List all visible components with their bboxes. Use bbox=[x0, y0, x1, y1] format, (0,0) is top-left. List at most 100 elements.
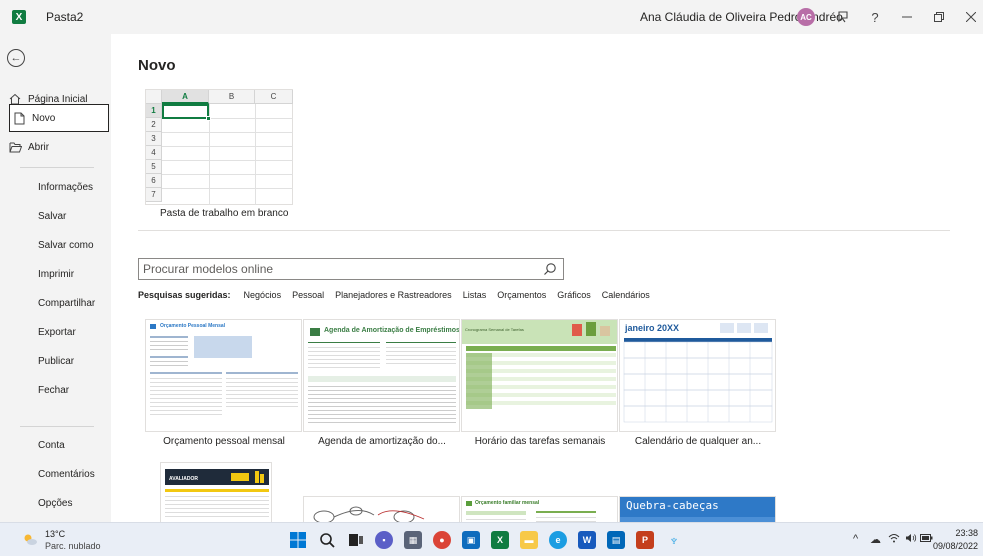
column-header: B bbox=[209, 90, 255, 104]
sidebar-item-account[interactable]: Conta bbox=[0, 431, 111, 459]
template-thumbnail bbox=[313, 506, 425, 522]
divider bbox=[138, 230, 950, 231]
template-card-any-year-calendar[interactable]: janeiro 20XX bbox=[619, 319, 776, 432]
document-title: Pasta2 bbox=[46, 10, 84, 24]
chrome-icon[interactable]: ● bbox=[433, 531, 451, 549]
template-search-box[interactable] bbox=[138, 258, 564, 280]
template-heading: Agenda de Amortização de Empréstimos bbox=[324, 327, 460, 334]
template-label[interactable]: Calendário de qualquer an... bbox=[613, 436, 783, 447]
wifi-icon[interactable] bbox=[888, 533, 900, 546]
selected-cell bbox=[162, 104, 209, 119]
speaker-icon[interactable] bbox=[905, 533, 917, 546]
feedback-icon[interactable] bbox=[832, 6, 854, 28]
onedrive-icon[interactable]: ☁ bbox=[870, 533, 881, 546]
sidebar-item-label: Conta bbox=[38, 439, 65, 451]
row-header: 4 bbox=[146, 146, 162, 160]
sidebar-item-info[interactable]: Informações bbox=[0, 173, 111, 201]
folder-open-icon bbox=[8, 142, 22, 153]
sidebar-item-options[interactable]: Opções bbox=[0, 489, 111, 517]
backstage-sidebar: ← Página Inicial Novo Abrir Informações … bbox=[0, 34, 111, 522]
template-heading: Quebra-cabeças bbox=[626, 499, 719, 512]
weather-icon[interactable] bbox=[22, 532, 38, 546]
suggestion-link-lists[interactable]: Listas bbox=[463, 290, 487, 300]
row-header: 3 bbox=[146, 132, 162, 146]
template-card-personal-budget[interactable]: Orçamento Pessoal Mensal bbox=[145, 319, 302, 432]
windows-start-icon[interactable] bbox=[289, 531, 307, 549]
sidebar-item-new[interactable]: Novo bbox=[9, 104, 109, 132]
back-arrow-icon[interactable]: ← bbox=[7, 49, 25, 67]
grid-line bbox=[162, 146, 293, 147]
template-heading: janeiro 20XX bbox=[625, 323, 680, 333]
suggestion-link-calendars[interactable]: Calendários bbox=[602, 290, 650, 300]
suggestion-link-planners[interactable]: Planejadores e Rastreadores bbox=[335, 290, 452, 300]
sidebar-item-open[interactable]: Abrir bbox=[0, 133, 111, 161]
template-heading: Orçamento Pessoal Mensal bbox=[160, 323, 226, 329]
app-icon[interactable]: ♆ bbox=[665, 531, 683, 549]
sidebar-item-save-as[interactable]: Salvar como bbox=[0, 231, 111, 259]
template-card-weekly-chores[interactable]: Cronograma Semanal de Tarefas bbox=[461, 319, 618, 432]
calculator-icon[interactable]: ▦ bbox=[404, 531, 422, 549]
suggestion-link-budgets[interactable]: Orçamentos bbox=[497, 290, 546, 300]
task-view-icon[interactable] bbox=[347, 531, 365, 549]
search-icon[interactable] bbox=[318, 531, 336, 549]
sidebar-item-export[interactable]: Exportar bbox=[0, 318, 111, 346]
search-icon[interactable] bbox=[543, 262, 557, 276]
avatar[interactable]: AC bbox=[797, 8, 815, 26]
suggestion-link-charts[interactable]: Gráficos bbox=[557, 290, 591, 300]
page-title: Novo bbox=[138, 57, 176, 74]
suggestion-link-business[interactable]: Negócios bbox=[244, 290, 282, 300]
sidebar-item-label: Salvar bbox=[38, 210, 67, 222]
chevron-up-icon[interactable]: ^ bbox=[853, 533, 858, 545]
row-header: 2 bbox=[146, 118, 162, 132]
sidebar-item-feedback[interactable]: Comentários bbox=[0, 460, 111, 488]
store-icon[interactable]: ▤ bbox=[607, 531, 625, 549]
divider bbox=[20, 167, 94, 168]
template-thumbnail bbox=[165, 469, 269, 517]
minimize-icon[interactable] bbox=[896, 6, 918, 28]
suggested-searches: Pesquisas sugeridas: Negócios Pessoal Pl… bbox=[138, 288, 661, 302]
row-header: 7 bbox=[146, 188, 162, 202]
excel-icon[interactable]: X bbox=[491, 531, 509, 549]
sidebar-item-label: Página Inicial bbox=[28, 93, 88, 105]
windows-taskbar: 13°C Parc. nublado ▪ ▦ ● ▣ X ▬ e W ▤ P ♆… bbox=[0, 522, 983, 556]
suggestion-link-personal[interactable]: Pessoal bbox=[292, 290, 324, 300]
edge-icon[interactable]: e bbox=[549, 531, 567, 549]
weather-description[interactable]: Parc. nublado bbox=[45, 541, 101, 551]
template-label[interactable]: Horário das tarefas semanais bbox=[455, 436, 625, 447]
powerpoint-icon[interactable]: P bbox=[636, 531, 654, 549]
sidebar-item-share[interactable]: Compartilhar bbox=[0, 289, 111, 317]
sidebar-item-publish[interactable]: Publicar bbox=[0, 347, 111, 375]
template-heading: Cronograma Semanal de Tarefas bbox=[465, 327, 524, 332]
clock-time[interactable]: 23:38 bbox=[938, 528, 978, 538]
template-card-crossword[interactable]: Quebra-cabeças bbox=[619, 496, 776, 522]
chat-icon[interactable]: ▪ bbox=[375, 531, 393, 549]
template-card-loan-amortization[interactable]: Agenda de Amortização de Empréstimos bbox=[303, 319, 460, 432]
weather-temperature[interactable]: 13°C bbox=[45, 529, 65, 539]
photos-icon[interactable]: ▣ bbox=[462, 531, 480, 549]
template-thumbnail bbox=[150, 324, 298, 415]
blank-workbook-card[interactable]: A B C 1 2 3 4 5 6 7 bbox=[145, 89, 293, 205]
template-card-evaluator[interactable]: AVALIADOR bbox=[160, 462, 272, 522]
template-card-family-budget[interactable]: Orçamento familiar mensal bbox=[461, 496, 618, 522]
row-header: 1 bbox=[146, 104, 162, 118]
file-explorer-icon[interactable]: ▬ bbox=[520, 531, 538, 549]
clock-date[interactable]: 09/08/2022 bbox=[932, 541, 978, 551]
sidebar-item-label: Exportar bbox=[38, 326, 76, 338]
close-icon[interactable] bbox=[960, 6, 982, 28]
restore-icon[interactable] bbox=[928, 6, 950, 28]
blank-workbook-label[interactable]: Pasta de trabalho em branco bbox=[160, 208, 288, 219]
sidebar-item-label: Novo bbox=[32, 112, 56, 124]
template-label[interactable]: Agenda de amortização do... bbox=[297, 436, 467, 447]
suggested-searches-label: Pesquisas sugeridas: bbox=[138, 290, 231, 300]
template-card-diagram[interactable] bbox=[303, 496, 460, 522]
template-search-input[interactable] bbox=[143, 261, 533, 277]
word-icon[interactable]: W bbox=[578, 531, 596, 549]
help-icon[interactable]: ? bbox=[864, 6, 886, 28]
new-document-icon bbox=[12, 112, 26, 125]
sidebar-item-close[interactable]: Fechar bbox=[0, 376, 111, 404]
template-label[interactable]: Orçamento pessoal mensal bbox=[139, 436, 309, 447]
grid-line bbox=[162, 132, 293, 133]
sidebar-item-save[interactable]: Salvar bbox=[0, 202, 111, 230]
sidebar-item-print[interactable]: Imprimir bbox=[0, 260, 111, 288]
template-thumbnail bbox=[623, 323, 773, 423]
